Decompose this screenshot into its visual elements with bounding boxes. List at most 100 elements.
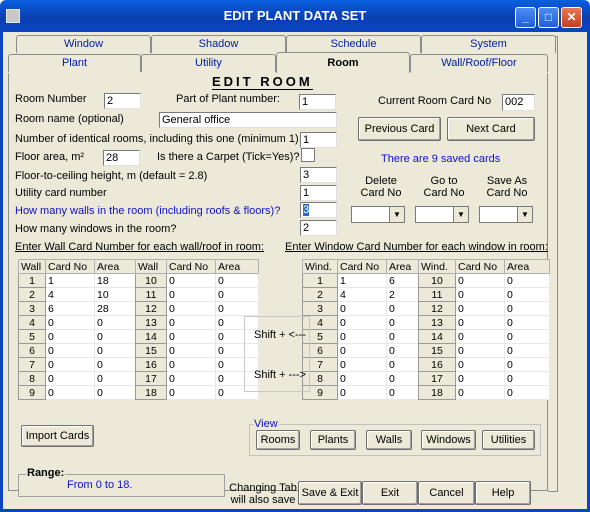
- shift-right-label[interactable]: Shift + --->: [254, 369, 306, 382]
- card-no-cell[interactable]: 0: [455, 371, 505, 386]
- card-no-cell[interactable]: 0: [337, 343, 387, 358]
- tab-schedule[interactable]: Schedule: [286, 35, 421, 53]
- area-cell[interactable]: 0: [504, 357, 550, 372]
- table-row: 700: [302, 357, 432, 372]
- card-no-cell[interactable]: 0: [455, 385, 505, 400]
- area-cell[interactable]: 0: [94, 329, 140, 344]
- card-no-cell[interactable]: 4: [45, 287, 95, 302]
- card-no-cell[interactable]: 4: [337, 287, 387, 302]
- card-no-cell[interactable]: 6: [45, 301, 95, 316]
- utility-card-input[interactable]: 1: [300, 185, 337, 201]
- card-no-cell[interactable]: 0: [166, 287, 216, 302]
- view-walls-button[interactable]: Walls: [366, 430, 412, 450]
- tab-system[interactable]: System: [421, 35, 556, 53]
- previous-card-button[interactable]: Previous Card: [358, 117, 441, 141]
- area-cell[interactable]: 0: [94, 357, 140, 372]
- view-plants-button[interactable]: Plants: [310, 430, 356, 450]
- card-no-cell[interactable]: 0: [166, 371, 216, 386]
- card-no-cell[interactable]: 0: [45, 329, 95, 344]
- room-number-label: Room Number: [15, 93, 87, 105]
- ceiling-height-input[interactable]: 3: [300, 167, 337, 183]
- tab-window[interactable]: Window: [16, 35, 151, 53]
- import-cards-button[interactable]: Import Cards: [21, 425, 94, 447]
- card-no-cell[interactable]: 0: [166, 315, 216, 330]
- walls-count-input[interactable]: 3: [300, 202, 337, 218]
- next-card-button[interactable]: Next Card: [447, 117, 535, 141]
- table-row: 12 0 0: [135, 301, 259, 316]
- card-no-cell[interactable]: 0: [45, 385, 95, 400]
- area-cell[interactable]: 0: [94, 385, 140, 400]
- area-cell[interactable]: 0: [215, 301, 259, 316]
- exit-button[interactable]: Exit: [362, 481, 418, 505]
- room-number-input[interactable]: 2: [104, 93, 141, 109]
- card-no-cell[interactable]: 0: [166, 343, 216, 358]
- card-no-cell[interactable]: 0: [455, 301, 505, 316]
- card-no-cell[interactable]: 0: [337, 329, 387, 344]
- current-card-input[interactable]: 002: [502, 94, 535, 111]
- tab-shadow[interactable]: Shadow: [151, 35, 286, 53]
- view-utilities-button[interactable]: Utilities: [482, 430, 535, 450]
- card-no-cell[interactable]: 0: [455, 273, 505, 288]
- area-cell[interactable]: 0: [504, 301, 550, 316]
- tab-room[interactable]: Room: [276, 52, 410, 73]
- area-cell[interactable]: 18: [94, 273, 140, 288]
- area-cell[interactable]: 0: [504, 273, 550, 288]
- card-no-cell[interactable]: 0: [455, 329, 505, 344]
- identical-rooms-input[interactable]: 1: [300, 132, 337, 148]
- area-cell[interactable]: 0: [504, 329, 550, 344]
- area-cell[interactable]: 0: [94, 315, 140, 330]
- room-name-input[interactable]: General office: [159, 112, 337, 128]
- saveas-card-dropdown[interactable]: ▼: [479, 206, 533, 223]
- card-no-cell[interactable]: 0: [337, 315, 387, 330]
- tab-utility[interactable]: Utility: [141, 54, 276, 72]
- tab-wall-roof-floor[interactable]: Wall/Roof/Floor: [410, 54, 548, 72]
- shift-left-label[interactable]: Shift + <---: [254, 329, 306, 342]
- floor-area-input[interactable]: 28: [103, 150, 140, 166]
- area-cell[interactable]: 0: [94, 371, 140, 386]
- card-no-cell[interactable]: 0: [45, 343, 95, 358]
- card-no-cell[interactable]: 0: [337, 357, 387, 372]
- view-windows-button[interactable]: Windows: [421, 430, 476, 450]
- card-no-cell[interactable]: 0: [455, 287, 505, 302]
- area-cell[interactable]: 0: [504, 315, 550, 330]
- card-no-cell[interactable]: 0: [337, 301, 387, 316]
- card-no-cell[interactable]: 0: [455, 357, 505, 372]
- card-no-cell[interactable]: 0: [45, 315, 95, 330]
- area-cell[interactable]: 0: [504, 385, 550, 400]
- card-no-cell[interactable]: 0: [166, 329, 216, 344]
- goto-card-dropdown[interactable]: ▼: [415, 206, 469, 223]
- cancel-button[interactable]: Cancel: [418, 481, 475, 505]
- card-no-cell[interactable]: 0: [166, 301, 216, 316]
- close-icon[interactable]: ✕: [561, 7, 582, 28]
- area-cell[interactable]: 0: [215, 273, 259, 288]
- card-no-cell[interactable]: 0: [337, 385, 387, 400]
- tab-plant[interactable]: Plant: [8, 54, 141, 72]
- table-row: 13 0 0: [135, 315, 259, 330]
- card-no-cell[interactable]: 1: [337, 273, 387, 288]
- area-cell[interactable]: 10: [94, 287, 140, 302]
- card-no-cell[interactable]: 1: [45, 273, 95, 288]
- area-cell[interactable]: 0: [94, 343, 140, 358]
- help-button[interactable]: Help: [475, 481, 531, 505]
- delete-card-dropdown[interactable]: ▼: [351, 206, 405, 223]
- carpet-checkbox[interactable]: [301, 148, 315, 162]
- card-no-cell[interactable]: 0: [166, 357, 216, 372]
- windows-count-input[interactable]: 2: [300, 220, 337, 236]
- card-no-cell[interactable]: 0: [45, 357, 95, 372]
- area-cell[interactable]: 0: [215, 287, 259, 302]
- card-no-cell[interactable]: 0: [166, 385, 216, 400]
- maximize-icon[interactable]: □: [538, 7, 559, 28]
- card-no-cell[interactable]: 0: [455, 315, 505, 330]
- card-no-cell[interactable]: 0: [455, 343, 505, 358]
- card-no-cell[interactable]: 0: [45, 371, 95, 386]
- minimize-icon[interactable]: _: [515, 7, 536, 28]
- card-no-cell[interactable]: 0: [337, 371, 387, 386]
- view-rooms-button[interactable]: Rooms: [256, 430, 300, 450]
- area-cell[interactable]: 28: [94, 301, 140, 316]
- area-cell[interactable]: 0: [504, 371, 550, 386]
- area-cell[interactable]: 0: [504, 343, 550, 358]
- area-cell[interactable]: 0: [504, 287, 550, 302]
- save-exit-button[interactable]: Save & Exit: [298, 481, 362, 505]
- part-of-plant-input[interactable]: 1: [299, 94, 336, 110]
- card-no-cell[interactable]: 0: [166, 273, 216, 288]
